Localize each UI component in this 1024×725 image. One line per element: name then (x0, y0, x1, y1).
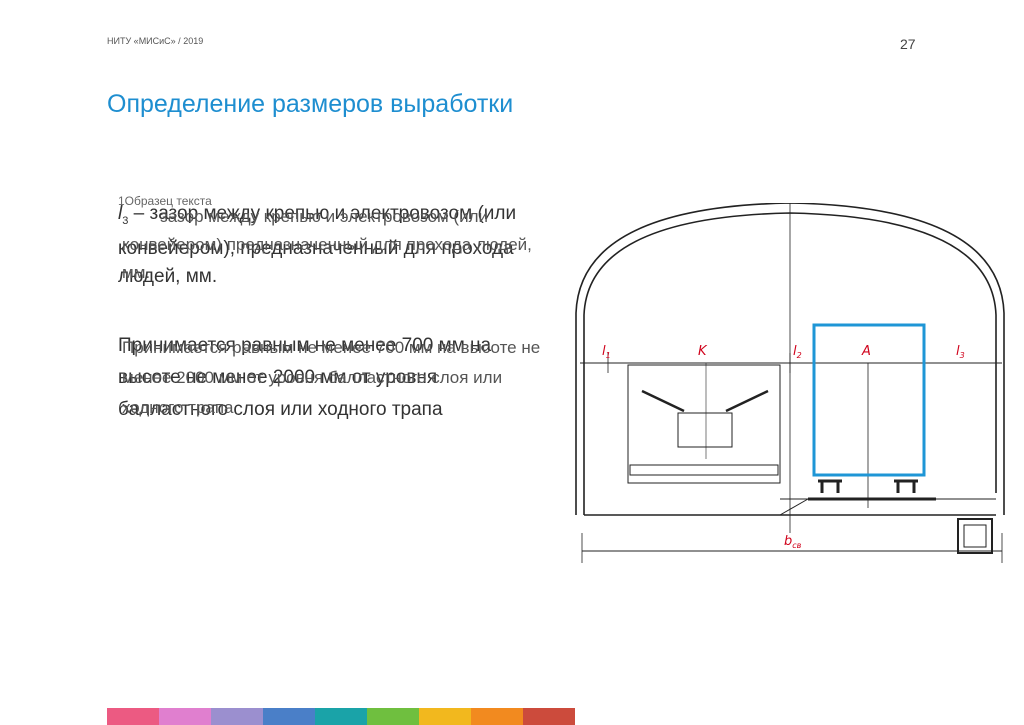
rail-right (894, 479, 918, 493)
drain-channel-inner (963, 524, 987, 548)
ballast-slope (779, 498, 809, 516)
color-segment-7 (419, 708, 471, 725)
color-segment-3 (211, 708, 263, 725)
color-segment-9 (523, 708, 575, 725)
color-segment-2 (159, 708, 211, 725)
gap-requirement-text-overlay: Принимается равным не менее 700 мм на вы… (122, 338, 541, 417)
conveyor-belt-lower (629, 464, 779, 476)
tunnel-cross-section-diagram: l1 K l2 A l3 bсв (575, 203, 1005, 563)
footer-color-bar (107, 708, 575, 725)
label-l1: l1 (602, 344, 611, 360)
color-segment-8 (471, 708, 523, 725)
conveyor-troughing-idlers (641, 389, 769, 413)
color-segment-5 (315, 708, 367, 725)
label-b: bсв (784, 534, 802, 550)
label-k: K (698, 344, 708, 359)
conveyor-roller-box (677, 412, 733, 448)
page-number: 27 (900, 36, 916, 52)
drain-channel (957, 518, 993, 554)
color-segment-4 (263, 708, 315, 725)
label-l2: l2 (793, 344, 802, 360)
slide-title: Определение размеров выработки (107, 90, 514, 118)
label-a: A (861, 344, 871, 359)
organization-header: НИТУ «МИСиС» / 2019 (107, 36, 204, 46)
gap-definition-text-overlay: зазор между крепью и электровозом (или к… (122, 203, 552, 287)
rail-left (818, 479, 842, 493)
gap-definition-overlay-body: зазор между крепью и электровозом (или к… (122, 207, 532, 282)
label-l3: l3 (956, 344, 965, 360)
color-segment-6 (367, 708, 419, 725)
color-segment-1 (107, 708, 159, 725)
